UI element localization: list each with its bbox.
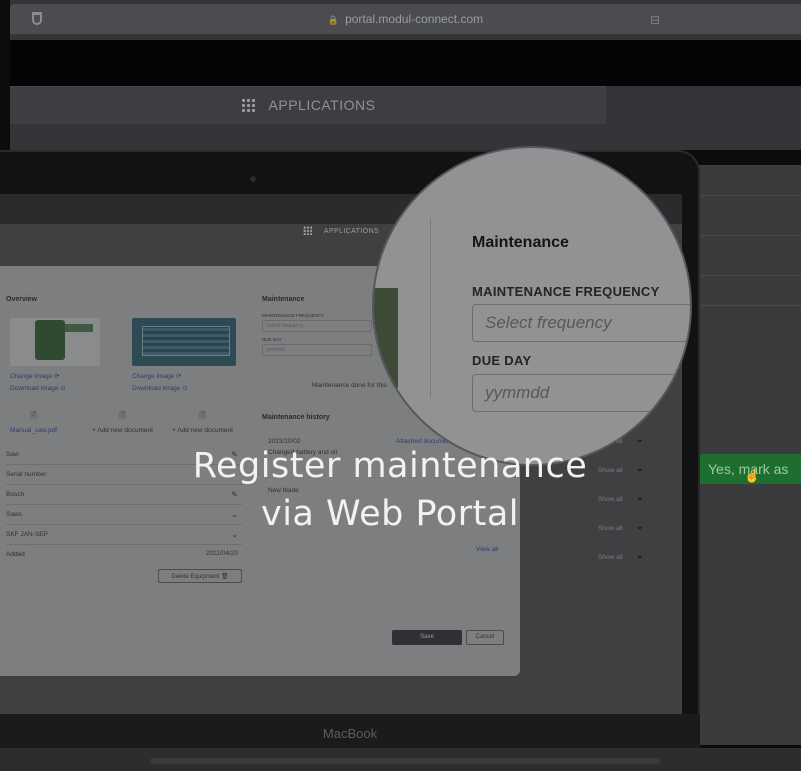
change-image-link[interactable]: Change image ⟳ (10, 372, 60, 380)
laptop-brand-label: MacBook (322, 726, 378, 741)
due-day-input[interactable]: yymmdd (262, 344, 372, 356)
frequency-select-zoomed[interactable]: Select frequency (472, 304, 690, 342)
maintenance-title: Maintenance (262, 296, 305, 303)
show-all-link[interactable]: Show all (598, 554, 623, 561)
due-day-label-zoomed: DUE DAY (472, 353, 532, 368)
field-added: Added 2022/04/20 (6, 550, 238, 558)
view-all-link[interactable]: View all (476, 546, 498, 553)
grid-icon[interactable] (302, 226, 312, 235)
reader-icon[interactable]: ⊟ (650, 13, 660, 27)
document-icon: 🗎 (119, 411, 126, 420)
url-text: portal.modul-connect.com (10, 12, 801, 26)
save-button[interactable]: Save (392, 630, 462, 645)
grid-icon[interactable] (240, 98, 255, 112)
chevron-down-icon[interactable]: ⌄ (636, 463, 644, 474)
add-document-button[interactable]: 🗎 + Add new document (92, 410, 153, 434)
change-image-link-2[interactable]: Change image ⟳ (132, 372, 182, 380)
download-image-link-2[interactable]: Download image ⊙ (132, 384, 188, 392)
equipment-image-zoomed (374, 288, 398, 388)
browser-toolbar-area (10, 40, 801, 86)
chevron-down-icon[interactable]: ⌄ (636, 550, 644, 561)
delete-equipment-button[interactable]: Delete Equipment 🗑 (158, 569, 242, 583)
due-day-input-zoomed[interactable]: yymmdd (472, 374, 690, 412)
laptop-base (0, 748, 801, 771)
applications-label[interactable]: APPLICATIONS (269, 97, 376, 113)
promo-caption: Register maintenance via Web Portal (192, 446, 588, 534)
maintenance-history-title: Maintenance history (262, 414, 330, 421)
laptop-bezel-bottom: MacBook (0, 714, 700, 752)
chevron-down-icon[interactable]: ⌄ (636, 434, 644, 445)
frequency-select[interactable]: Select frequency (262, 320, 372, 332)
download-image-link[interactable]: Download image ⊙ (10, 384, 66, 392)
equipment-image (10, 318, 100, 366)
cancel-button[interactable]: Cancel (466, 630, 504, 645)
document-icon: 🗎 (30, 411, 37, 420)
portal-applications-label[interactable]: APPLICATIONS (324, 228, 379, 235)
overview-title: Overview (6, 296, 38, 303)
address-bar[interactable]: portal.modul-connect.com ⊟ (10, 4, 801, 34)
chevron-down-icon[interactable]: ⌄ (636, 492, 644, 503)
magnifier-lens: Maintenance MAINTENANCE FREQUENCY Select… (374, 148, 690, 464)
document-icon: 🗎 (199, 411, 206, 420)
maintenance-title-zoomed: Maintenance (472, 234, 569, 251)
applications-bar: APPLICATIONS (10, 86, 606, 124)
frequency-label: MAINTENANCE FREQUENCY (262, 313, 325, 318)
add-document-button-2[interactable]: 🗎 + Add new document (172, 410, 233, 434)
equipment-label-image (132, 318, 236, 366)
hand-cursor-icon: ☝ (744, 468, 761, 483)
frequency-label-zoomed: MAINTENANCE FREQUENCY (472, 284, 660, 299)
document-manual[interactable]: 🗎 Manual_saw.pdf (10, 410, 57, 434)
camera-icon (250, 176, 256, 182)
due-day-label: DUE DAY (262, 337, 282, 342)
chevron-down-icon[interactable]: ⌄ (636, 521, 644, 532)
